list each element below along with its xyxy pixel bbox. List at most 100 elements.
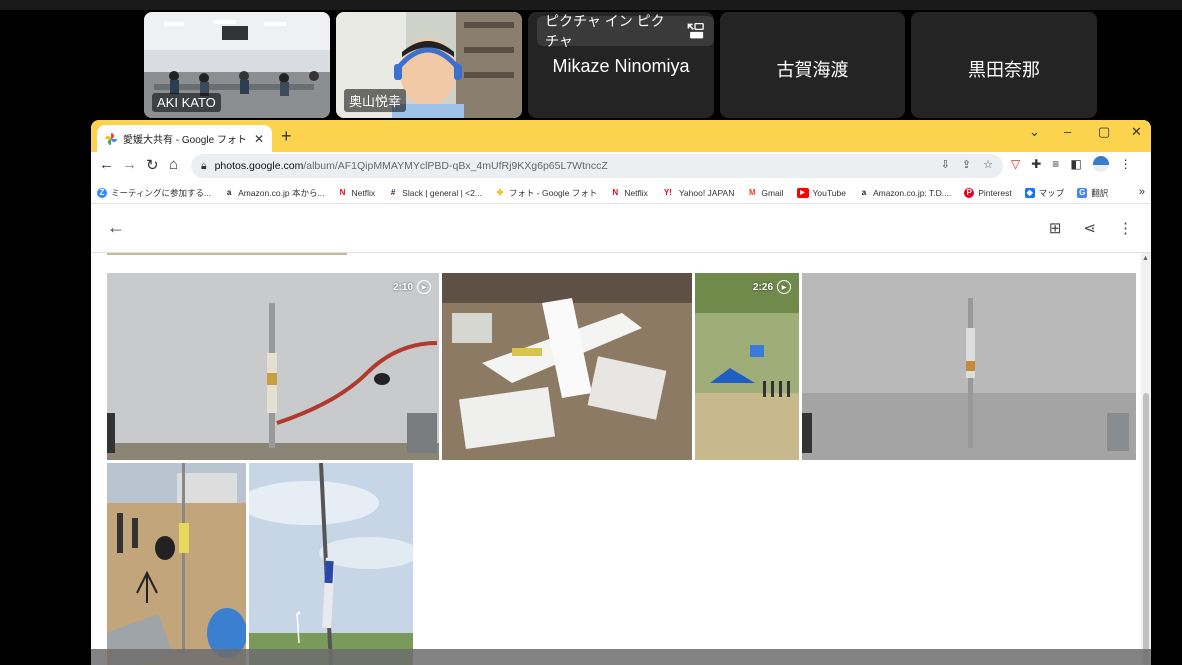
tab-title: 愛媛大共有 - Google フォト: [123, 135, 247, 146]
back-arrow-icon[interactable]: ←: [107, 217, 125, 238]
home-icon[interactable]: ⌂: [169, 156, 178, 173]
photo-thumbnail: [107, 463, 246, 665]
bookmark-label: YouTube: [812, 187, 846, 198]
bookmark-slack[interactable]: # Slack | general | <2...: [388, 188, 482, 198]
photo-thumbnail: [107, 273, 439, 460]
bottom-overlay-bar: [91, 649, 1151, 665]
lock-icon: 🔒︎: [201, 159, 207, 172]
netflix-icon: N: [612, 187, 619, 197]
forward-arrow-icon[interactable]: →: [122, 156, 137, 173]
photo-thumbnail: [442, 273, 692, 460]
bookmark-pinterest[interactable]: P Pinterest: [964, 187, 1012, 198]
bookmark-google-photos[interactable]: ✤ フォト - Google フォト: [495, 187, 598, 199]
participant-name-label: 古賀海渡: [776, 60, 849, 80]
video-duration: 2:26 ▶: [753, 280, 791, 294]
url-host: photos.google.com: [214, 160, 304, 172]
bookmark-gmail[interactable]: M Gmail: [747, 187, 784, 198]
side-panel-icon[interactable]: ◧: [1070, 157, 1081, 171]
yahoo-icon: Y!: [663, 187, 672, 197]
photo-thumbnail: [802, 273, 1136, 460]
participant-tile-koga[interactable]: 古賀海渡: [720, 12, 905, 118]
participant-tile-mikaze[interactable]: ピクチャ イン ピクチャ Mikaze Ninomiya: [528, 12, 714, 118]
scroll-up-arrow-icon[interactable]: ▲: [1142, 255, 1149, 262]
bookmark-translate[interactable]: G 翻訳: [1077, 187, 1108, 199]
install-app-icon[interactable]: ⇩: [941, 158, 950, 171]
photo-item[interactable]: [442, 273, 692, 460]
bookmark-label: マップ: [1038, 187, 1065, 198]
share-icon[interactable]: ⇪: [962, 158, 971, 171]
more-bookmarks-button[interactable]: »: [1139, 186, 1145, 198]
bookmark-zoom[interactable]: Z ミーティングに参加する...: [97, 187, 211, 199]
pip-label: ピクチャ イン ピクチャ: [545, 13, 665, 49]
photo-grid: 2:10 ▶ 2:26 ▶: [91, 253, 1151, 665]
photo-item[interactable]: [802, 273, 1136, 460]
netflix-icon: N: [339, 187, 346, 197]
zoom-icon: Z: [97, 187, 107, 198]
menu-kebab-icon[interactable]: ⋮: [1120, 157, 1132, 171]
minimize-button[interactable]: –: [1064, 124, 1071, 139]
duration-label: 2:26: [752, 281, 773, 293]
photo-item-video[interactable]: 2:10 ▶: [107, 273, 439, 460]
reload-icon[interactable]: ↻: [146, 156, 159, 174]
participant-tile-kuroda[interactable]: 黒田奈那: [911, 12, 1097, 118]
photo-item[interactable]: [107, 463, 246, 665]
participant-tile-okuyama[interactable]: 奥山悦幸: [336, 12, 522, 118]
participant-name-label: 黒田奈那: [968, 60, 1040, 80]
bookmark-label: Gmail: [761, 187, 784, 198]
photo-item[interactable]: [249, 463, 413, 665]
bookmark-label: 翻訳: [1091, 187, 1109, 198]
browser-toolbar: ← → ↻ ⌂ 🔒︎ photos.google.com/album/AF1Qi…: [91, 152, 1151, 180]
profile-avatar[interactable]: [1092, 156, 1109, 172]
bookmark-netflix[interactable]: N Netflix: [338, 188, 376, 198]
amazon-icon: a: [861, 187, 867, 197]
photo-thumbnail: [249, 463, 413, 665]
bookmark-label: Slack | general | <2...: [402, 187, 482, 198]
maximize-button[interactable]: ▢: [1098, 124, 1110, 140]
bookmark-amazon[interactable]: a Amazon.co.jp 本から...: [224, 187, 325, 199]
puzzle-icon[interactable]: ✚: [1031, 157, 1041, 171]
close-tab-icon[interactable]: ✕: [254, 132, 264, 146]
media-control-icon[interactable]: ≡: [1052, 157, 1059, 171]
url-path: /album/AF1QipMMAYMYclPBD-qBx_4mUfRj9KXg6…: [303, 160, 608, 172]
photo-item-video[interactable]: 2:26 ▶: [695, 273, 799, 460]
participant-name-label: AKI KATO: [152, 93, 221, 112]
google-photos-icon: [105, 132, 117, 145]
bookmark-yahoo[interactable]: Y! Yahoo! JAPAN: [661, 188, 734, 198]
bookmark-star-icon[interactable]: ☆: [983, 158, 993, 171]
pip-icon: [688, 22, 705, 39]
close-window-button[interactable]: ✕: [1131, 124, 1142, 140]
address-bar[interactable]: 🔒︎ photos.google.com/album/AF1QipMMAYMYc…: [191, 154, 1003, 178]
bookmark-label: Netflix: [351, 187, 376, 198]
bookmark-maps[interactable]: ◆ マップ: [1024, 187, 1065, 199]
bookmark-label: Pinterest: [978, 187, 1012, 198]
back-arrow-icon[interactable]: ←: [99, 156, 114, 173]
page-scrollbar[interactable]: ▲: [1141, 253, 1151, 665]
bookmark-label: Amazon.co.jp 本から...: [238, 187, 325, 198]
extension-icon[interactable]: ▽: [1011, 157, 1020, 171]
youtube-icon: ▶: [796, 187, 809, 198]
maps-icon: ◆: [1024, 187, 1035, 198]
google-photos-icon: ✤: [496, 187, 504, 197]
add-to-album-icon[interactable]: ⊞: [1049, 219, 1062, 237]
participant-name-label: Mikaze Ninomiya: [552, 56, 690, 76]
tab-search-icon[interactable]: ⌄: [1029, 124, 1040, 140]
gmail-icon: M: [748, 187, 756, 197]
tab-strip: 愛媛大共有 - Google フォト ✕ + ⌄ – ▢ ✕: [91, 120, 1151, 152]
participant-tile-aki-kato[interactable]: AKI KATO: [144, 12, 330, 118]
browser-window: 愛媛大共有 - Google フォト ✕ + ⌄ – ▢ ✕ ← → ↻ ⌂ 🔒…: [91, 120, 1151, 665]
bookmark-amazon-2[interactable]: a Amazon.co.jp: T.D....: [859, 187, 952, 198]
pinterest-icon: P: [964, 187, 975, 198]
picture-in-picture-button[interactable]: ピクチャ イン ピクチャ: [537, 13, 714, 49]
play-icon: ▶: [417, 280, 431, 294]
more-options-icon[interactable]: ⋮: [1118, 219, 1133, 237]
bookmark-label: フォト - Google フォト: [508, 187, 598, 198]
new-tab-button[interactable]: +: [281, 126, 292, 147]
meeting-top-strip: [0, 0, 1182, 10]
share-icon[interactable]: ⋖: [1083, 219, 1096, 237]
scrollbar-thumb[interactable]: [1143, 393, 1149, 665]
bookmark-youtube[interactable]: ▶ YouTube: [796, 187, 846, 198]
bookmark-netflix-2[interactable]: N Netflix: [610, 188, 648, 198]
slack-icon: #: [390, 187, 396, 197]
translate-icon: G: [1077, 187, 1088, 198]
tab-google-photos[interactable]: 愛媛大共有 - Google フォト ✕: [97, 125, 272, 152]
